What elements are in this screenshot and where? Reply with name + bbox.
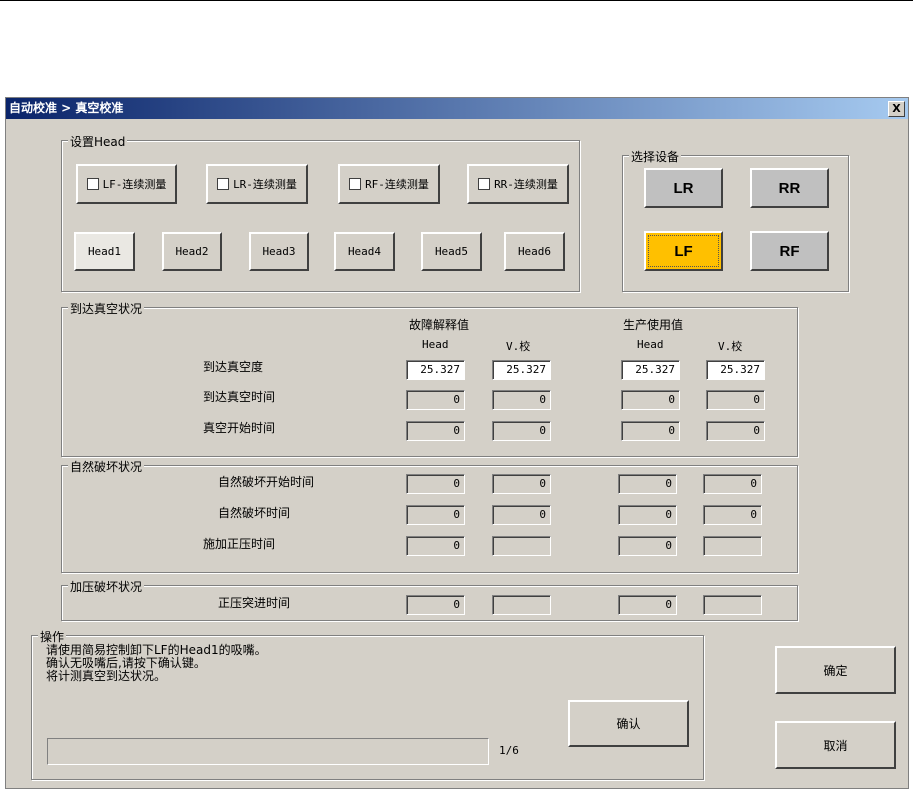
subheader-head: Head (422, 338, 449, 351)
checkbox-icon (217, 178, 230, 190)
value-field (492, 595, 551, 615)
checkbox-icon (349, 178, 362, 190)
subheader-head: Head (637, 338, 664, 351)
value-field: 0 (618, 505, 677, 525)
value-field: 0 (406, 505, 465, 525)
head2-button[interactable]: Head2 (162, 232, 222, 271)
top-divider (0, 0, 913, 1)
close-button[interactable]: X (888, 101, 905, 117)
production-values-header: 生产使用值 (623, 318, 684, 332)
group-label: 选择设备 (629, 148, 682, 165)
head1-button[interactable]: Head1 (74, 232, 135, 271)
rr-continuous-checkbox[interactable]: RR-连续测量 (467, 164, 569, 204)
device-rf-button[interactable]: RF (750, 231, 829, 271)
device-rr-button[interactable]: RR (750, 168, 829, 208)
value-field: 0 (406, 536, 465, 556)
value-field: 0 (706, 390, 765, 410)
value-field: 0 (618, 595, 677, 615)
row-label: 自然破坏时间 (218, 506, 291, 520)
fault-values-header: 故障解释值 (409, 318, 470, 332)
group-label: 加压破坏状况 (68, 578, 145, 595)
lf-continuous-checkbox[interactable]: LF-连续测量 (76, 164, 177, 204)
row-label: 到达真空度 (203, 360, 264, 374)
value-field: 0 (492, 421, 551, 441)
instruction-text: 请使用简易控制卸下LF的Head1的吸嘴。 确认无吸嘴后,请按下确认键。 将计测… (46, 644, 267, 683)
value-field: 0 (406, 390, 465, 410)
checkbox-label: RF-连续测量 (365, 178, 429, 191)
value-field: 0 (406, 595, 465, 615)
checkbox-icon (86, 178, 99, 190)
device-lf-button[interactable]: LF (644, 231, 723, 271)
progress-text: 1/6 (499, 744, 519, 757)
group-label: 到达真空状况 (68, 300, 145, 317)
value-field (703, 595, 762, 615)
value-field: 0 (492, 505, 551, 525)
value-field[interactable]: 25.327 (492, 360, 551, 380)
value-field: 0 (492, 390, 551, 410)
value-field: 0 (618, 536, 677, 556)
progress-bar (47, 738, 489, 765)
row-label: 到达真空时间 (203, 390, 276, 404)
group-label: 设置Head (68, 133, 128, 150)
ok-button[interactable]: 确定 (775, 646, 896, 694)
row-label: 正压突进时间 (218, 596, 291, 610)
value-field: 0 (492, 474, 551, 494)
value-field: 0 (706, 421, 765, 441)
head6-button[interactable]: Head6 (504, 232, 565, 271)
value-field[interactable]: 25.327 (406, 360, 465, 380)
value-field: 0 (621, 421, 680, 441)
dialog-window: 自动校准 > 真空校准 X 设置Head LF-连续测量 LR-连续测量 RF-… (5, 97, 909, 789)
confirm-step-button[interactable]: 确认 (568, 700, 689, 747)
value-field (703, 536, 762, 556)
checkbox-label: LF-连续测量 (102, 178, 167, 191)
row-label: 真空开始时间 (203, 421, 276, 435)
value-field: 0 (406, 474, 465, 494)
row-label: 自然破坏开始时间 (218, 475, 315, 489)
head-settings-group: 设置Head (61, 133, 580, 292)
rf-continuous-checkbox[interactable]: RF-连续测量 (338, 164, 440, 204)
value-field: 0 (703, 474, 762, 494)
value-field[interactable]: 25.327 (621, 360, 680, 380)
checkbox-label: LR-连续测量 (233, 178, 297, 191)
value-field: 0 (618, 474, 677, 494)
subheader-vcal: V.校 (506, 340, 531, 353)
value-field: 0 (406, 421, 465, 441)
subheader-vcal: V.校 (718, 340, 743, 353)
value-field: 0 (621, 390, 680, 410)
device-lr-button[interactable]: LR (644, 168, 723, 208)
window-title: 自动校准 > 真空校准 (9, 101, 124, 115)
head3-button[interactable]: Head3 (249, 232, 309, 271)
group-label: 自然破坏状况 (68, 458, 145, 475)
lr-continuous-checkbox[interactable]: LR-连续测量 (206, 164, 308, 204)
head4-button[interactable]: Head4 (334, 232, 395, 271)
head5-button[interactable]: Head5 (421, 232, 482, 271)
value-field[interactable]: 25.327 (706, 360, 765, 380)
checkbox-label: RR-连续测量 (494, 178, 558, 191)
value-field (492, 536, 551, 556)
value-field: 0 (703, 505, 762, 525)
instruction-line: 将计测真空到达状况。 (46, 669, 167, 683)
checkbox-icon (478, 178, 491, 190)
title-bar: 自动校准 > 真空校准 X (6, 98, 908, 119)
cancel-button[interactable]: 取消 (775, 721, 896, 769)
row-label: 施加正压时间 (203, 537, 276, 551)
